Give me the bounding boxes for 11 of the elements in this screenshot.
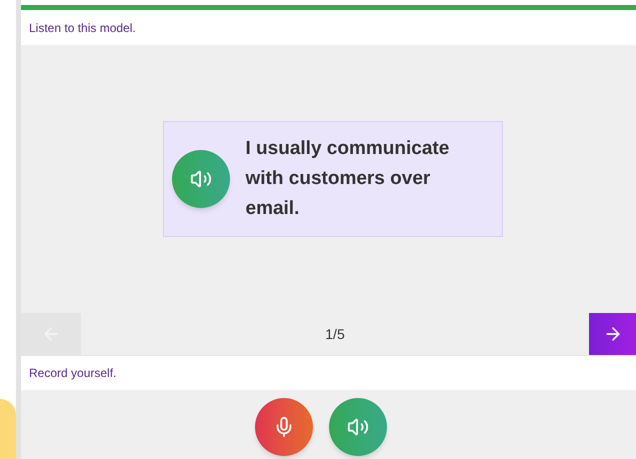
record-button[interactable] (254, 398, 312, 456)
decorative-shape (0, 399, 16, 459)
page-counter: 1/5 (325, 324, 345, 344)
instruction-text: Record yourself. (29, 365, 116, 382)
sentence-text: I usually communicate with customers over email. (246, 137, 450, 221)
play-recording-button[interactable] (328, 398, 386, 456)
next-button[interactable] (589, 313, 636, 355)
instruction-text: Listen to this model. (29, 20, 136, 36)
speaker-icon (346, 416, 368, 438)
play-audio-button[interactable] (172, 150, 230, 208)
speaker-icon (190, 168, 212, 190)
